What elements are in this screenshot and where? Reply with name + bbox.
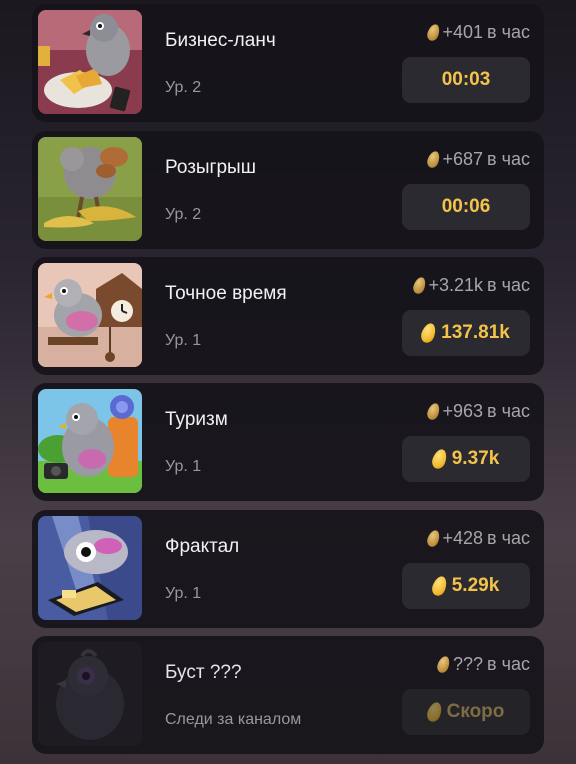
income-value: ??? (453, 654, 484, 674)
card-subtitle: Следи за каналом (165, 711, 302, 728)
button-label: 9.37k (451, 448, 500, 469)
income-value: +687 (442, 149, 484, 169)
cooldown-timer-button[interactable]: 00:06 (402, 184, 530, 230)
button-label: 00:06 (441, 196, 491, 217)
card-level: Ур. 2 (165, 206, 202, 223)
button-label: 5.29k (451, 575, 500, 596)
income-per-hour: +963 в час (424, 401, 530, 422)
coming-soon-button: Скоро (402, 689, 530, 735)
income-suffix: в час (487, 401, 530, 421)
seed-icon (424, 149, 442, 170)
card-title: Розыгрыш (165, 157, 256, 178)
seed-icon (424, 528, 442, 549)
income-suffix: в час (487, 275, 530, 295)
income-per-hour: +401 в час (424, 22, 530, 43)
upgrade-card-business-lunch[interactable]: Бизнес-ланч Ур. 2 +401 в час 00:03 (32, 4, 544, 122)
pigeon-tourist-image (38, 389, 142, 493)
upgrade-card-fractal[interactable]: Фрактал Ур. 1 +428 в час 5.29k (32, 510, 544, 628)
income-value: +428 (442, 528, 484, 548)
card-level: Ур. 1 (165, 458, 202, 475)
card-title: Туризм (165, 409, 228, 430)
card-title: Точное время (165, 283, 287, 304)
seed-coin-icon (429, 574, 449, 598)
income-per-hour: +687 в час (424, 149, 530, 170)
upgrade-card-boost-locked: Буст ??? Следи за каналом ??? в час Скор… (32, 636, 544, 754)
pigeon-cuckoo-clock-image (38, 263, 142, 367)
seed-icon (435, 654, 452, 675)
buy-upgrade-button[interactable]: 5.29k (402, 563, 530, 609)
pigeon-prank-image (38, 137, 142, 241)
seed-icon (424, 22, 442, 43)
pigeon-fractal-image (38, 516, 142, 620)
buy-upgrade-button[interactable]: 137.81k (402, 310, 530, 356)
income-value: +963 (442, 401, 484, 421)
income-per-hour: +428 в час (424, 528, 530, 549)
income-value: +401 (442, 22, 484, 42)
upgrade-card-exact-time[interactable]: Точное время Ур. 1 +3.21k в час 137.81k (32, 257, 544, 375)
income-per-hour: +3.21k в час (410, 275, 530, 296)
income-per-hour: ??? в час (435, 654, 530, 675)
income-suffix: в час (487, 654, 530, 674)
card-title: Фрактал (165, 536, 240, 557)
card-title: Бизнес-ланч (165, 30, 276, 51)
button-label: 137.81k (441, 322, 510, 343)
upgrade-card-tourism[interactable]: Туризм Ур. 1 +963 в час 9.37k (32, 383, 544, 501)
seed-coin-icon (429, 447, 449, 471)
cooldown-timer-button[interactable]: 00:03 (402, 57, 530, 103)
buy-upgrade-button[interactable]: 9.37k (402, 436, 530, 482)
income-value: +3.21k (428, 275, 484, 295)
seed-coin-icon (419, 321, 439, 345)
pigeon-locked-image (38, 642, 142, 746)
income-suffix: в час (487, 22, 530, 42)
button-label: Скоро (446, 701, 505, 722)
upgrade-card-prank[interactable]: Розыгрыш Ур. 2 +687 в час 00:06 (32, 131, 544, 249)
seed-icon (424, 401, 442, 422)
income-suffix: в час (487, 528, 530, 548)
card-level: Ур. 1 (165, 332, 202, 349)
button-label: 00:03 (441, 69, 491, 90)
card-title: Буст ??? (165, 662, 242, 683)
pigeon-business-lunch-image (38, 10, 142, 114)
card-level: Ур. 1 (165, 585, 202, 602)
seed-coin-icon (424, 700, 444, 724)
income-suffix: в час (487, 149, 530, 169)
card-level: Ур. 2 (165, 79, 202, 96)
seed-icon (410, 275, 428, 296)
